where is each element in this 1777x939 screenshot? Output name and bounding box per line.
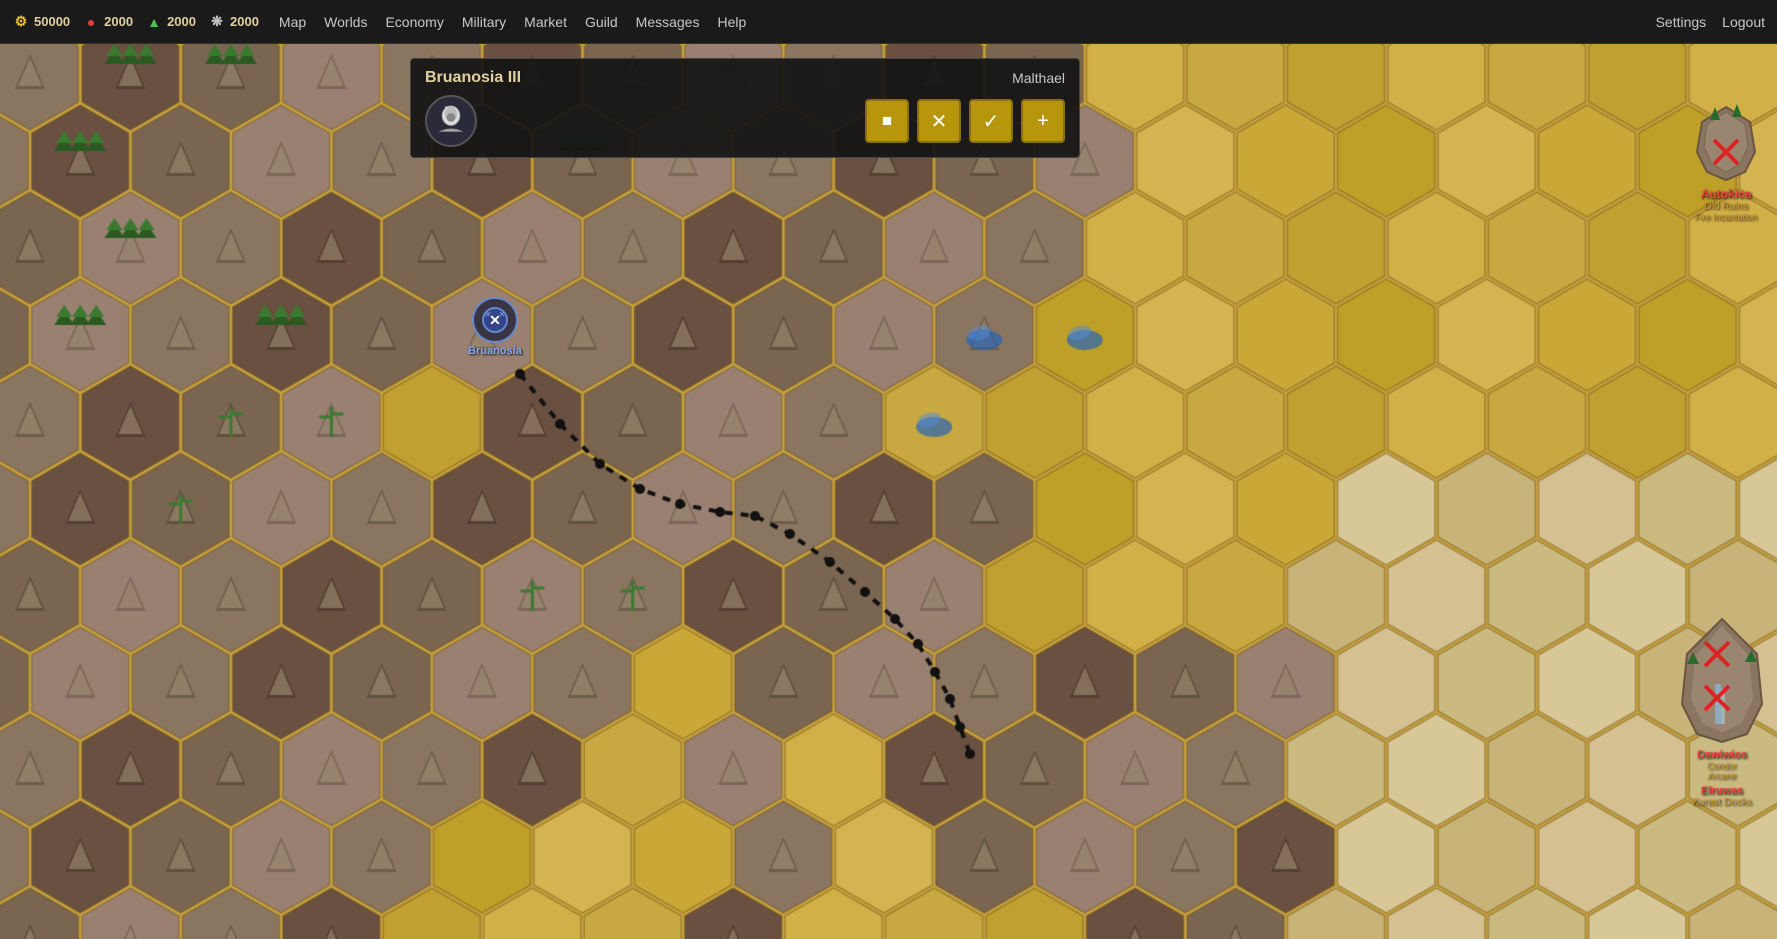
nav-settings[interactable]: Settings xyxy=(1656,14,1707,30)
unit-icon: ✕ ✕ ✕ xyxy=(472,297,518,343)
unit-label: Bruanosia xyxy=(468,345,522,357)
kurast-sub2: Arcane xyxy=(1708,771,1737,781)
gold-icon: ⚙ xyxy=(12,13,30,31)
kurast-icon xyxy=(1677,614,1767,749)
nav-help[interactable]: Help xyxy=(717,14,746,30)
nav-links: Map Worlds Economy Military Market Guild… xyxy=(279,14,1656,30)
health-icon: ● xyxy=(82,13,100,31)
panel-avatar xyxy=(425,95,477,147)
nav-market[interactable]: Market xyxy=(524,14,567,30)
nature-resource: ▲ 2000 xyxy=(145,13,196,31)
nav-worlds[interactable]: Worlds xyxy=(324,14,367,30)
svg-text:✕: ✕ xyxy=(499,310,506,319)
kurast-name2: Elruwas xyxy=(1701,785,1743,797)
autokica-name: Autokica xyxy=(1701,187,1752,201)
hex-map-canvas[interactable] xyxy=(0,44,1777,939)
nav-guild[interactable]: Guild xyxy=(585,14,618,30)
svg-text:✕: ✕ xyxy=(485,310,492,319)
health-resource: ● 2000 xyxy=(82,13,133,31)
nav-map[interactable]: Map xyxy=(279,14,306,30)
info-panel: Bruanosia III Malthael ⏹ xyxy=(410,58,1080,158)
panel-title: Bruanosia III xyxy=(425,69,521,87)
silver-icon: ❋ xyxy=(208,13,226,31)
stop-button[interactable]: ⏹ xyxy=(865,99,909,143)
autokica-sub: Fire Incantation xyxy=(1695,212,1757,222)
nav-messages[interactable]: Messages xyxy=(636,14,700,30)
add-button[interactable]: + xyxy=(1021,99,1065,143)
health-value: 2000 xyxy=(104,14,133,29)
panel-buttons: ⏹ ✕ ✓ + xyxy=(865,99,1065,143)
autokica-type: Old Ruins xyxy=(1704,201,1748,212)
location-autokica[interactable]: Autokica Old Ruins Fire Incantation xyxy=(1690,102,1762,222)
map-area[interactable]: ✕ ✕ ✕ Bruanosia Autokica Old Ruins Fire … xyxy=(0,44,1777,939)
confirm-button[interactable]: ✓ xyxy=(969,99,1013,143)
kurast-sub1: Condor xyxy=(1707,761,1737,771)
silver-value: 2000 xyxy=(230,14,259,29)
gold-value: 50000 xyxy=(34,14,70,29)
kurast-name1: Dawiwios xyxy=(1697,749,1747,761)
resource-bar: ⚙ 50000 ● 2000 ▲ 2000 ❋ 2000 xyxy=(12,13,259,31)
nav-military[interactable]: Military xyxy=(462,14,506,30)
kurast-type: Kurast Docks xyxy=(1692,797,1751,808)
panel-user: Malthael xyxy=(1012,70,1065,86)
silver-resource: ❋ 2000 xyxy=(208,13,259,31)
nav-economy[interactable]: Economy xyxy=(385,14,443,30)
gold-resource: ⚙ 50000 xyxy=(12,13,70,31)
nature-value: 2000 xyxy=(167,14,196,29)
navbar: ⚙ 50000 ● 2000 ▲ 2000 ❋ 2000 Map Worlds … xyxy=(0,0,1777,44)
panel-body: ⏹ ✕ ✓ + xyxy=(425,95,1065,147)
cancel-button[interactable]: ✕ xyxy=(917,99,961,143)
nature-icon: ▲ xyxy=(145,13,163,31)
panel-header: Bruanosia III Malthael xyxy=(425,69,1065,87)
autokica-icon xyxy=(1690,102,1762,187)
nav-logout[interactable]: Logout xyxy=(1722,14,1765,30)
location-kurast[interactable]: Dawiwios Condor Arcane Elruwas Kurast Do… xyxy=(1677,614,1767,808)
nav-right: Settings Logout xyxy=(1656,14,1765,30)
unit-marker-bruanosia[interactable]: ✕ ✕ ✕ Bruanosia xyxy=(468,297,522,357)
